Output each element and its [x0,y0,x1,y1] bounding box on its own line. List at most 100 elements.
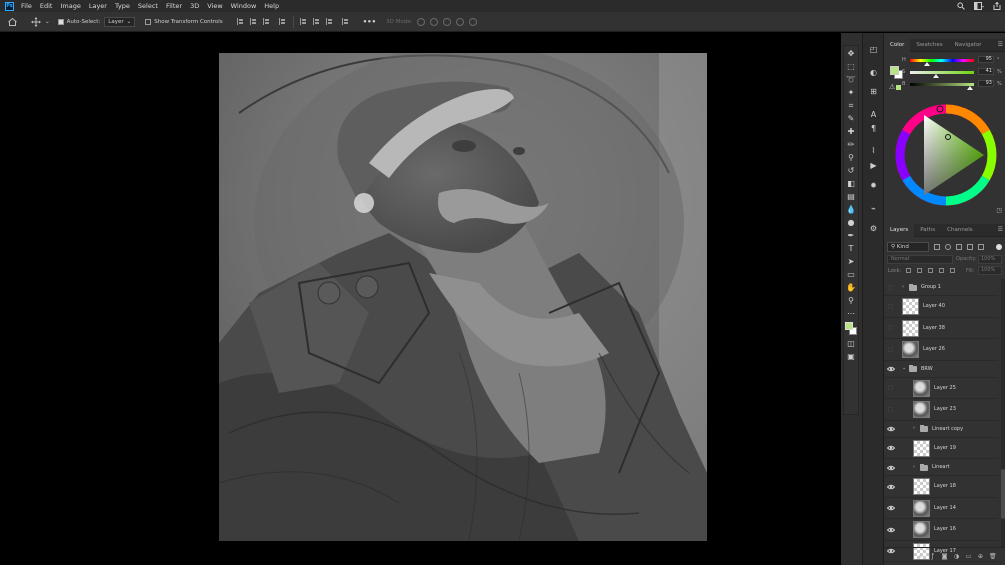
layer-thumbnail[interactable] [913,499,930,517]
history-panel-icon[interactable]: ◰ [868,45,879,55]
3d-pan-icon[interactable] [443,17,452,26]
layers-scrollbar-thumb[interactable] [1001,469,1005,519]
distribute-vertical-icon[interactable] [341,18,349,25]
foreground-color-swatch[interactable] [845,322,853,330]
menu-select[interactable]: Select [138,2,158,10]
layer-thumbnail[interactable] [913,478,930,496]
paragraph-panel-icon[interactable]: ¶ [868,124,879,134]
layer-thumbnail[interactable] [913,401,930,419]
eye-icon[interactable] [887,426,895,432]
saturation-slider[interactable] [910,71,974,74]
brightness-value-input[interactable]: 93 [978,80,994,87]
layer-name[interactable]: Lineart [932,464,950,470]
actions-panel-icon[interactable]: ▶ [868,161,879,171]
menu-3d[interactable]: 3D [190,2,199,10]
tab-paths[interactable]: Paths [914,224,941,237]
menu-file[interactable]: File [21,2,32,10]
photoshop-logo[interactable]: Ps [5,1,14,11]
layer-row[interactable]: Layer 26 [884,339,998,361]
menu-type[interactable]: Type [115,2,130,10]
lock-all-icon[interactable] [950,268,955,273]
lasso-tool-icon[interactable]: ➰ [846,75,856,85]
menu-image[interactable]: Image [60,2,80,10]
tab-swatches[interactable]: Swatches [910,39,948,52]
3d-slide-icon[interactable] [456,17,465,26]
magic-wand-tool-icon[interactable]: ✦ [846,88,856,98]
layers-scrollbar[interactable] [1001,279,1005,547]
blend-mode-select[interactable]: Normal [887,255,953,264]
eye-icon[interactable] [887,445,895,451]
eye-icon[interactable] [887,366,895,372]
hand-tool-icon[interactable]: ✋ [846,283,856,293]
visibility-toggle[interactable] [888,325,893,331]
adjustments-panel-icon[interactable]: ◐ [868,68,879,78]
link-layers-icon[interactable]: ∞ [917,553,924,560]
artwork-canvas[interactable] [219,53,707,541]
rectangle-tool-icon[interactable]: ▭ [846,270,856,280]
canvas-area[interactable] [0,33,841,565]
healing-brush-icon[interactable]: ✚ [846,127,856,137]
shape-filter-icon[interactable] [967,244,973,250]
brushes-panel-icon[interactable]: ⌁ [868,204,879,214]
layer-name[interactable]: Group 1 [921,284,941,290]
layer-row[interactable]: Layer 23 [884,399,998,421]
eye-icon[interactable] [887,527,895,533]
show-transform-checkbox[interactable] [145,18,152,25]
align-right-icon[interactable] [262,18,270,25]
tool-presets-icon[interactable]: ⚙ [868,224,879,234]
layer-row[interactable]: Layer 40 [884,296,998,318]
fill-input[interactable]: 100% [978,266,1002,275]
align-middle-icon[interactable] [312,18,320,25]
blur-tool-icon[interactable]: 💧 [846,205,856,215]
align-left-icon[interactable] [236,18,244,25]
add-mask-icon[interactable]: ◙ [941,553,948,560]
chevron-down-icon[interactable]: ⌄ [902,365,906,371]
visibility-toggle[interactable] [888,346,893,352]
panel-foreground-swatch[interactable] [890,66,899,75]
chevron-right-icon[interactable]: › [913,425,915,431]
layer-name[interactable]: Layer 18 [934,483,956,489]
eye-icon[interactable] [887,505,895,511]
3d-roll-icon[interactable] [430,17,439,26]
lock-transparent-icon[interactable] [906,268,911,273]
layer-name[interactable]: Layer 25 [934,385,956,391]
screen-mode-icon[interactable]: ▣ [846,352,856,362]
more-options-button[interactable]: ••• [363,18,376,26]
visibility-toggle[interactable] [888,406,893,412]
tab-layers[interactable]: Layers [884,223,915,237]
saturation-value-input[interactable]: 41 [978,68,994,75]
lock-position-icon[interactable] [928,268,933,273]
opacity-input[interactable]: 100% [978,255,1002,264]
layer-group-row[interactable]: › Lineart copy [884,421,998,438]
hue-slider[interactable] [910,59,974,62]
share-icon[interactable] [992,1,1002,11]
align-bottom-icon[interactable] [325,18,333,25]
quick-mask-icon[interactable]: ◫ [846,339,856,349]
brightness-slider[interactable] [910,83,974,86]
layer-row[interactable]: Layer 38 [884,318,998,339]
eraser-tool-icon[interactable]: ◧ [846,179,856,189]
pixel-filter-icon[interactable] [934,244,940,250]
layer-row[interactable]: Layer 19 [884,438,998,459]
smart-object-filter-icon[interactable] [978,244,984,250]
layer-name[interactable]: Layer 19 [934,445,956,451]
marquee-tool-icon[interactable]: ⬚ [846,62,856,72]
layer-thumbnail[interactable] [913,379,930,397]
layer-row[interactable]: Layer 16 [884,519,998,541]
3d-orbit-icon[interactable] [417,17,426,26]
eye-icon[interactable] [887,484,895,490]
search-icon[interactable] [956,1,966,11]
menu-help[interactable]: Help [264,2,279,10]
layer-group-row[interactable]: › Group 1 [884,279,998,296]
wheel-settings-icon[interactable]: ◳ [996,207,1002,214]
layer-name[interactable]: Layer 23 [934,406,956,412]
3d-scale-icon[interactable] [469,17,478,26]
saturation-slider-thumb[interactable] [933,74,940,78]
brightness-slider-thumb[interactable] [966,86,973,90]
menu-filter[interactable]: Filter [166,2,182,10]
new-group-icon[interactable]: ▭ [965,553,972,560]
type-tool-icon[interactable]: T [846,244,856,254]
crop-tool-icon[interactable]: ⌗ [846,101,856,111]
more-tools-icon[interactable]: ⋯ [846,309,856,319]
layer-filter-kind-select[interactable]: ⚲ Kind [887,242,929,252]
